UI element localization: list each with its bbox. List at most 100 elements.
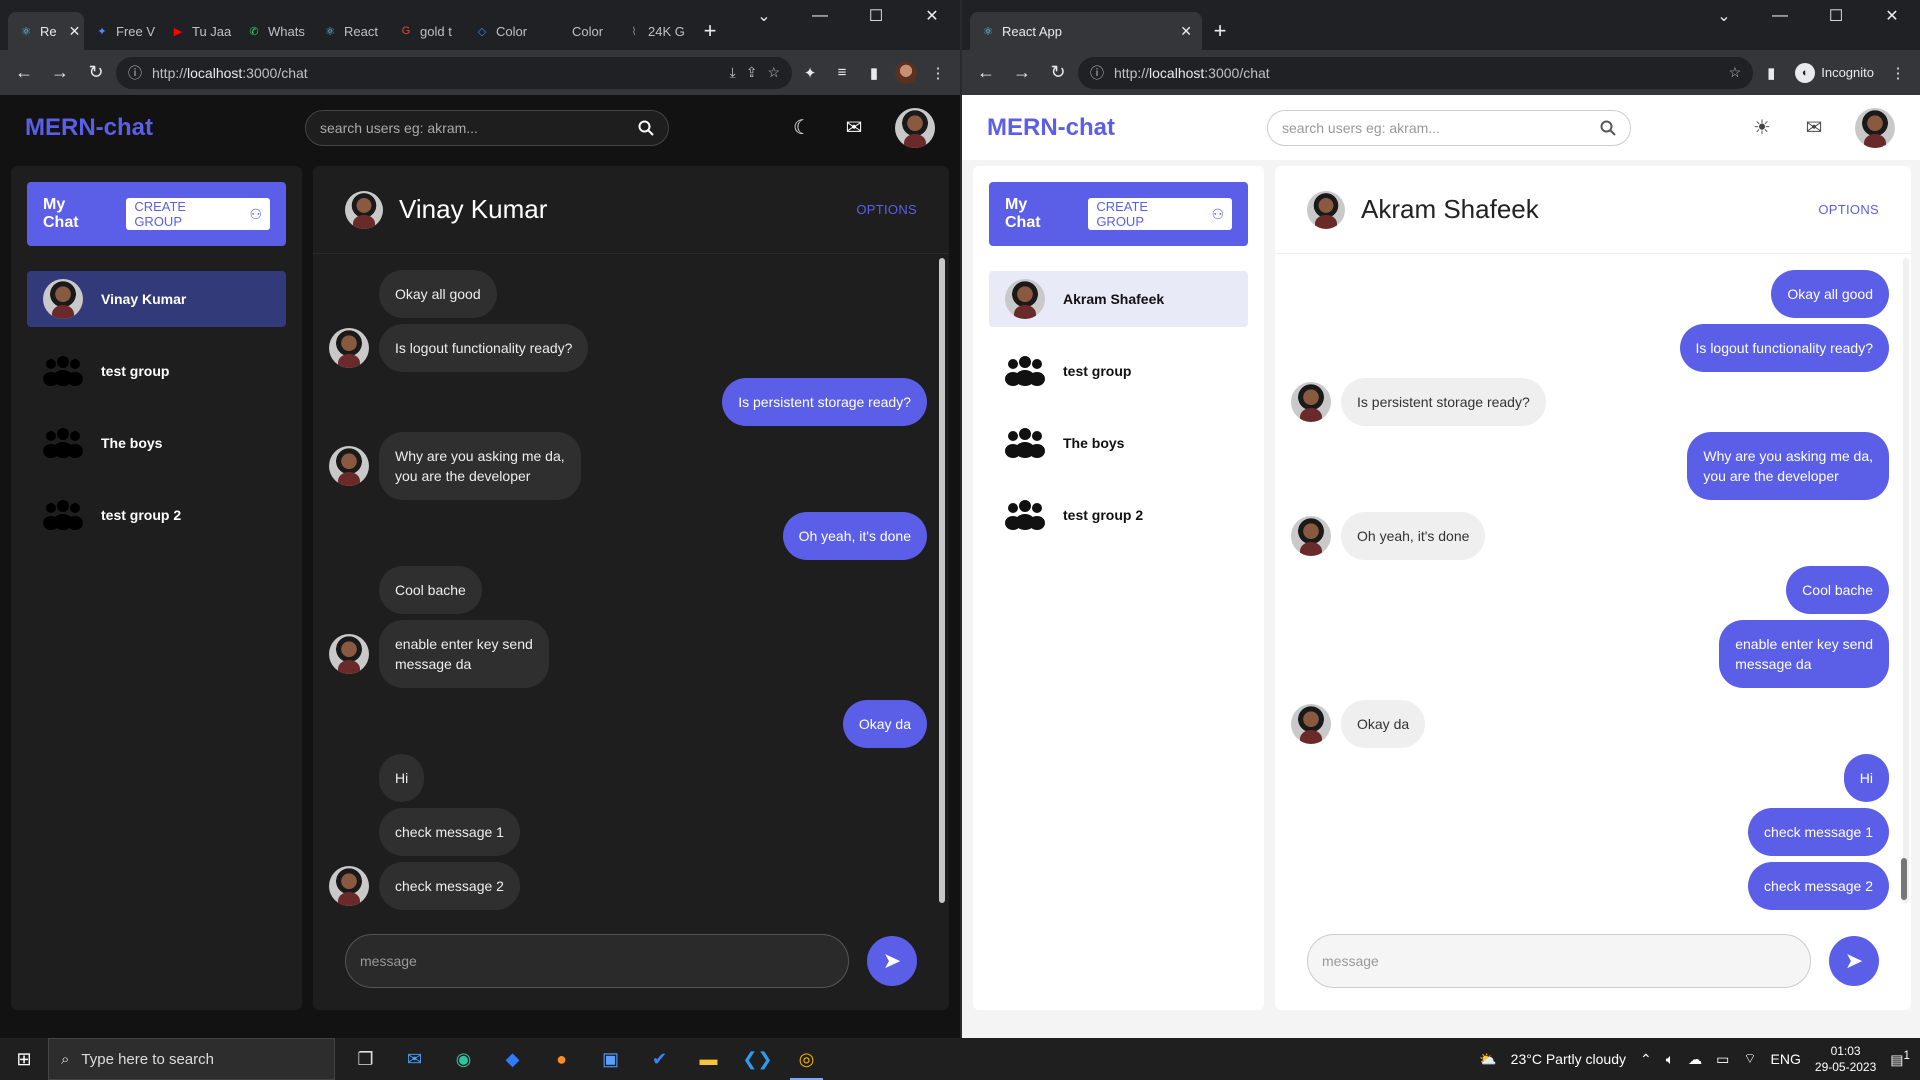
bookmark-star-icon[interactable]: ☆ xyxy=(1729,64,1742,81)
tray-chevron-icon[interactable]: ⌃ xyxy=(1640,1051,1652,1068)
sender-avatar[interactable] xyxy=(329,634,369,674)
chat-list-item[interactable]: test group xyxy=(27,343,286,399)
weather-text[interactable]: 23°C Partly cloudy xyxy=(1511,1051,1626,1067)
task-view-icon[interactable]: ❐ xyxy=(341,1038,390,1080)
mail-app-icon[interactable]: ✉ xyxy=(390,1038,439,1080)
message-input[interactable]: message xyxy=(1307,934,1811,988)
send-button[interactable]: ➤ xyxy=(867,936,917,986)
edge-icon[interactable]: ◉ xyxy=(439,1038,488,1080)
url-bar[interactable]: ⓘ http://localhost:3000/chat ⤓ ⇪ ☆ xyxy=(116,56,792,89)
close-tab-icon[interactable]: ✕ xyxy=(69,23,81,40)
new-tab-icon[interactable]: + xyxy=(1202,12,1238,50)
battery-icon[interactable]: ▭ xyxy=(1716,1051,1729,1068)
options-button[interactable]: OPTIONS xyxy=(856,202,917,217)
forward-icon[interactable]: → xyxy=(44,57,76,89)
browser-tab[interactable]: ▶ Tu Jaa xyxy=(160,12,236,50)
options-button[interactable]: OPTIONS xyxy=(1818,202,1879,217)
app-icon[interactable]: ▣ xyxy=(586,1038,635,1080)
user-search-input[interactable]: search users eg: akram... xyxy=(305,109,669,146)
onedrive-icon[interactable]: ☁ xyxy=(1688,1051,1702,1068)
chat-list-item[interactable]: test group 2 xyxy=(27,487,286,543)
weather-icon[interactable]: ⛅ xyxy=(1479,1051,1496,1068)
reading-list-icon[interactable]: ≡ xyxy=(828,59,856,87)
chat-list-item[interactable]: Akram Shafeek xyxy=(989,271,1248,327)
minimize-icon[interactable]: — xyxy=(792,0,848,32)
scrollbar-thumb[interactable] xyxy=(1901,858,1907,900)
vscode-icon[interactable]: ❮❯ xyxy=(733,1038,782,1080)
incognito-indicator[interactable]: ◐ Incognito xyxy=(1789,62,1880,83)
forward-icon[interactable]: → xyxy=(1006,57,1038,89)
mail-icon[interactable]: ✉ xyxy=(1803,117,1825,139)
profile-avatar[interactable] xyxy=(1855,107,1895,148)
back-icon[interactable]: ← xyxy=(8,57,40,89)
browser-tab[interactable]: Color xyxy=(540,12,616,50)
moon-icon[interactable]: ☾ xyxy=(791,117,813,139)
minimize-icon[interactable]: — xyxy=(1752,0,1808,32)
site-info-icon[interactable]: ⓘ xyxy=(1090,63,1104,83)
create-group-button[interactable]: CREATE GROUP ⚇ xyxy=(1088,198,1232,230)
reload-icon[interactable]: ↻ xyxy=(80,57,112,89)
taskbar-search-box[interactable]: ⌕ Type here to search xyxy=(48,1038,335,1080)
tab-search-icon[interactable]: ⌄ xyxy=(1696,0,1752,32)
browser-tab[interactable]: ⚛ React App ✕ xyxy=(970,12,1202,50)
close-icon[interactable]: ✕ xyxy=(1864,0,1920,32)
chat-avatar[interactable] xyxy=(1307,190,1345,229)
mail-icon[interactable]: ✉ xyxy=(843,117,865,139)
sender-avatar[interactable] xyxy=(329,866,369,906)
scrollbar-thumb[interactable] xyxy=(939,258,945,903)
file-explorer-icon[interactable]: ▬ xyxy=(684,1038,733,1080)
scrollbar[interactable] xyxy=(1901,258,1909,903)
chat-list-item[interactable]: test group xyxy=(989,343,1248,399)
profile-avatar-icon[interactable] xyxy=(892,59,920,87)
back-icon[interactable]: ← xyxy=(970,57,1002,89)
chat-list-item[interactable]: Vinay Kumar xyxy=(27,271,286,327)
side-panel-icon[interactable]: ▮ xyxy=(1757,59,1785,87)
sun-icon[interactable]: ☀ xyxy=(1751,117,1773,139)
sender-avatar[interactable] xyxy=(1291,516,1331,556)
reload-icon[interactable]: ↻ xyxy=(1042,57,1074,89)
share-icon[interactable]: ⇪ xyxy=(746,64,758,81)
browser-tab[interactable]: ⚛ Re ✕ xyxy=(8,12,84,50)
browser-tab[interactable]: ✦ Free V xyxy=(84,12,160,50)
bookmark-star-icon[interactable]: ☆ xyxy=(767,64,780,81)
dropbox-icon[interactable]: ◆ xyxy=(488,1038,537,1080)
tab-search-icon[interactable]: ⌄ xyxy=(736,0,792,32)
maximize-icon[interactable]: ☐ xyxy=(848,0,904,32)
message-input[interactable]: message xyxy=(345,934,849,988)
url-bar[interactable]: ⓘ http://localhost:3000/chat ☆ xyxy=(1078,56,1754,89)
maximize-icon[interactable]: ☐ xyxy=(1808,0,1864,32)
volume-icon[interactable]: 🔈︎ xyxy=(1666,1051,1674,1068)
site-info-icon[interactable]: ⓘ xyxy=(128,63,142,83)
browser-tab[interactable]: Ggold t xyxy=(388,12,464,50)
side-panel-icon[interactable]: ▮ xyxy=(860,59,888,87)
language-indicator[interactable]: ENG xyxy=(1771,1051,1801,1067)
chrome-icon[interactable]: ◎ xyxy=(782,1038,831,1080)
search-icon[interactable] xyxy=(638,120,654,136)
close-tab-icon[interactable]: ✕ xyxy=(1180,23,1192,40)
chat-list-item[interactable]: The boys xyxy=(27,415,286,471)
todo-icon[interactable]: ✔ xyxy=(635,1038,684,1080)
wifi-icon[interactable]: ⌔ xyxy=(1743,1050,1756,1068)
sender-avatar[interactable] xyxy=(1291,382,1331,422)
chat-list-item[interactable]: test group 2 xyxy=(989,487,1248,543)
brand-logo[interactable]: MERN-chat xyxy=(25,114,285,142)
clock[interactable]: 01:03 29-05-2023 xyxy=(1815,1043,1876,1075)
sender-avatar[interactable] xyxy=(1291,704,1331,744)
chat-list-item[interactable]: The boys xyxy=(989,415,1248,471)
browser-tab[interactable]: ⚛ React xyxy=(312,12,388,50)
menu-icon[interactable]: ⋮ xyxy=(1884,59,1912,87)
profile-avatar[interactable] xyxy=(895,107,935,148)
new-tab-icon[interactable]: + xyxy=(692,12,728,50)
create-group-button[interactable]: CREATE GROUP ⚇ xyxy=(126,198,270,230)
notification-icon[interactable]: ▤1 xyxy=(1890,1049,1910,1069)
browser-tab[interactable]: ⌇ 24K G xyxy=(616,12,692,50)
search-icon[interactable] xyxy=(1600,120,1616,136)
sender-avatar[interactable] xyxy=(329,446,369,486)
menu-icon[interactable]: ⋮ xyxy=(924,59,952,87)
close-icon[interactable]: ✕ xyxy=(904,0,960,32)
firefox-icon[interactable]: ● xyxy=(537,1038,586,1080)
chat-avatar[interactable] xyxy=(345,190,383,229)
brand-logo[interactable]: MERN-chat xyxy=(987,114,1247,142)
browser-tab[interactable]: ✆ Whats xyxy=(236,12,312,50)
browser-tab[interactable]: ◇ Color xyxy=(464,12,540,50)
